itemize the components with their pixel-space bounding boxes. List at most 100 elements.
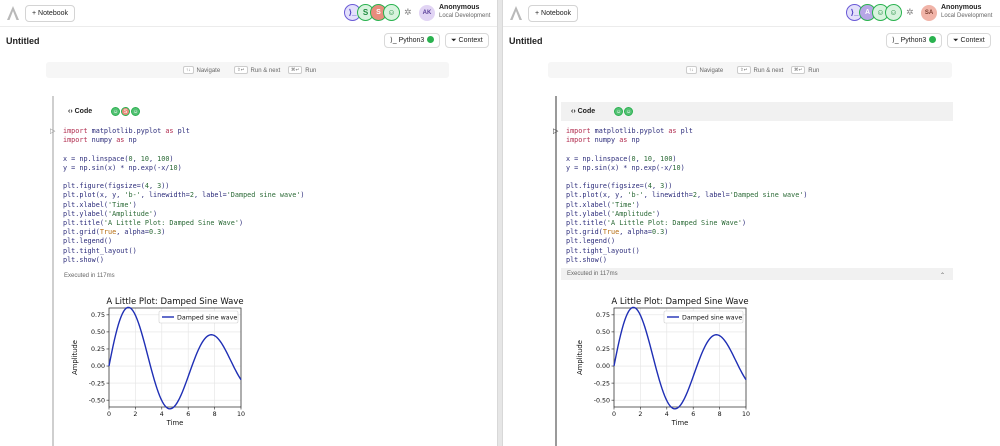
kernel-selector[interactable]: ⟩_ Python3 [886,33,943,48]
execution-status: Executed in 117ms ⌃ [561,268,953,280]
cell-selection-bar [555,96,557,446]
bot-icon[interactable]: ☺ [885,4,902,21]
context-label: Context [458,37,483,44]
cell-selection-bar [52,96,54,446]
hint-key: ↑↓ [183,66,194,74]
y-tick-label: 0.50 [596,329,610,336]
user-name: Anonymous [941,4,982,11]
plot-svg: A Little Plot: Damped Sine Wave 0 2 4 6 8 10 0.… [71,297,245,427]
y-tick-label: -0.50 [89,397,105,404]
context-button[interactable]: ⏷ Context [445,33,489,48]
bot-icon: ☺ [111,107,120,116]
y-tick-label: -0.25 [89,380,105,387]
legend-label: Damped sine wave [682,314,742,321]
kernel-status-dot [929,36,937,43]
kernel-label: Python3 [398,37,425,44]
hint-label: Run & next [753,68,784,74]
x-tick-label: 0 [107,411,111,418]
x-tick-label: 8 [718,411,722,418]
y-tick-label: 0.25 [596,346,610,353]
app-logo-icon [7,6,19,20]
cell-header: ‹› Code ☺ S ☺ [58,102,448,121]
notebook-pane-right: + Notebook ⟩_ A ☺ ☺ ✲ SA Anonymous Local… [503,0,1000,446]
y-tick-label: 0.75 [596,312,610,319]
legend-label: Damped sine wave [177,314,237,321]
y-tick-label: 0.50 [91,329,105,336]
top-bar: + Notebook ⟩_ A ☺ ☺ ✲ SA Anonymous Local… [503,0,1000,27]
hint-run-next: ⇧↵ Run & next [737,66,783,74]
hint-label: Run & next [250,68,281,74]
x-tick-label: 0 [612,411,616,418]
hint-navigate: ↑↓ Navigate [686,66,723,74]
new-notebook-button[interactable]: + Notebook [25,5,75,22]
x-tick-label: 6 [186,411,190,418]
x-tick-label: 10 [237,411,245,418]
run-cell-icon[interactable]: ▷ [50,127,55,135]
bot-icon: ☺ [131,107,140,116]
x-axis-label: Time [671,419,689,427]
cell-type-text: Code [577,108,596,115]
code-editor[interactable]: import matplotlib.pyplot as plt import n… [63,127,304,265]
new-notebook-button[interactable]: + Notebook [528,5,578,22]
hint-key: ↑↓ [686,66,697,74]
collapse-output-chevron-icon[interactable]: ⌃ [940,270,945,282]
settings-gear-icon[interactable]: ✲ [906,7,916,17]
context-button[interactable]: ⏷ Context [947,33,991,48]
settings-gear-icon[interactable]: ✲ [404,7,414,17]
user-name: Anonymous [439,4,480,11]
notebook-title-bar: Untitled ⟩_ Python3 ⏷ Context [0,28,497,54]
execution-status: Executed in 117ms [64,273,115,279]
x-tick-label: 8 [213,411,217,418]
hint-label: Run [808,68,820,74]
chart-title: A Little Plot: Damped Sine Wave [106,297,243,307]
bot-icon[interactable]: ☺ [383,4,400,21]
cell-type-text: Code [74,108,93,115]
hint-label: Navigate [196,68,221,74]
y-tick-label: 0.00 [596,363,610,370]
app-logo-icon [510,6,522,20]
kernel-selector[interactable]: ⟩_ Python3 [384,33,441,48]
kernel-label: Python3 [900,37,927,44]
y-tick-label: 0.00 [91,363,105,370]
notebook-title[interactable]: Untitled [6,36,40,46]
code-editor[interactable]: import matplotlib.pyplot as plt import n… [566,127,807,265]
x-tick-label: 2 [638,411,642,418]
filter-icon: ⏷ [953,37,961,44]
y-tick-label: 0.75 [91,312,105,319]
hint-run: ⌘↵ Run [791,66,819,74]
terminal-icon: ⟩_ [892,37,901,44]
user-avatar[interactable]: AK [419,5,435,21]
y-tick-label: 0.25 [91,346,105,353]
top-bar: + Notebook ⟩_ S S ☺ ✲ AK Anonymous Local… [0,0,497,27]
terminal-icon: ⟩_ [390,37,399,44]
hint-label: Run [305,68,317,74]
x-tick-label: 2 [133,411,137,418]
user-avatar[interactable]: SA [921,5,937,21]
x-tick-label: 10 [742,411,750,418]
execution-time: Executed in 117ms [567,271,618,277]
filter-icon: ⏷ [451,37,459,44]
chart-title: A Little Plot: Damped Sine Wave [611,297,748,307]
x-axis-label: Time [166,419,184,427]
bot-icon: ☺ [624,107,633,116]
hint-navigate: ↑↓ Navigate [183,66,220,74]
y-tick-label: -0.50 [594,397,610,404]
run-cell-icon[interactable]: ▷ [553,127,558,135]
bot-icon: ☺ [614,107,623,116]
hint-key: ⇧↵ [737,66,751,74]
hint-key: ⌘↵ [288,66,303,74]
avatar: S [121,107,130,116]
context-label: Context [960,37,985,44]
hint-label: Navigate [699,68,724,74]
plot-output: A Little Plot: Damped Sine Wave 0 2 4 6 8 10 0.… [568,293,753,428]
y-tick-label: -0.25 [594,380,610,387]
user-environment: Local Development [941,13,993,19]
cell-type-label: ‹› Code [68,108,93,115]
x-tick-label: 4 [665,411,669,418]
kernel-status-dot [427,36,435,43]
y-axis-label: Amplitude [71,340,79,375]
notebook-title-bar: Untitled ⟩_ Python3 ⏷ Context [503,28,1000,54]
x-tick-label: 6 [691,411,695,418]
notebook-pane-left: + Notebook ⟩_ S S ☺ ✲ AK Anonymous Local… [0,0,497,446]
notebook-title[interactable]: Untitled [509,36,543,46]
